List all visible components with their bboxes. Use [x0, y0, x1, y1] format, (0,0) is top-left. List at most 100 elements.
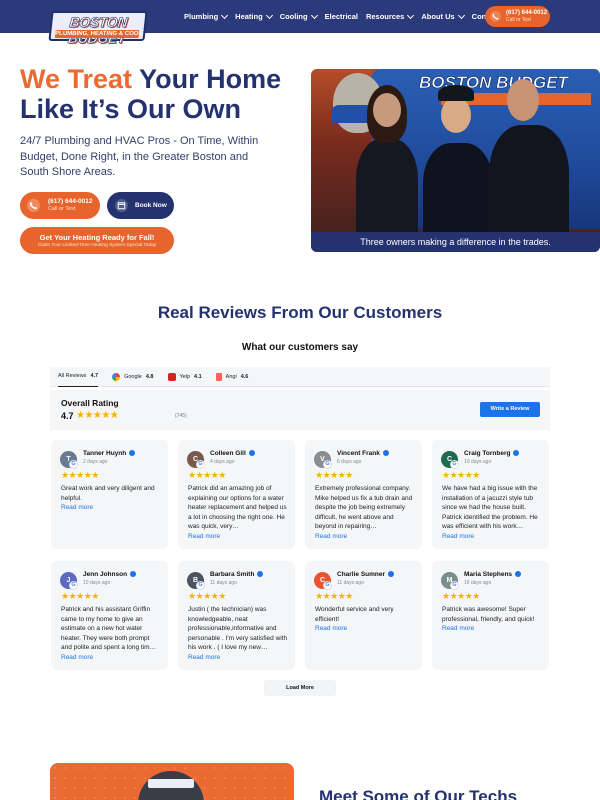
verified-icon — [513, 450, 520, 457]
review-text-block: Wonderful service and very efficient! Rea… — [315, 605, 415, 634]
read-more-link[interactable]: Read more — [61, 653, 161, 663]
menu-item-heating[interactable]: Heating — [235, 11, 273, 21]
review-text: Extremely professional company. Mike hel… — [315, 485, 413, 530]
verified-icon — [248, 450, 255, 457]
owners-photo: BOSTON BUDGET Three owners making a diff… — [311, 69, 600, 252]
review-text: Justin ( the technician) was knowledgeab… — [188, 606, 288, 651]
nav-phone-number: (617) 644-0012 — [506, 10, 548, 16]
menu-item-cooling[interactable]: Cooling — [279, 11, 318, 21]
review-source-tabs: All Reviews 4.7 Google 4.8 Yelp 4.1 Angi 4.6 — [50, 367, 550, 387]
main-menu: Plumbing Heating Cooling Electrical Reso… — [184, 11, 519, 21]
tech-cap-logo — [148, 779, 194, 788]
review-date: 16 days ago — [464, 580, 492, 586]
review-stars: ★★★★★ — [442, 592, 480, 602]
read-more-link[interactable]: Read more — [188, 653, 288, 663]
tab-all-reviews[interactable]: All Reviews 4.7 — [58, 367, 99, 387]
overall-rating-value: 4.7 — [61, 411, 74, 421]
menu-label: Electrical — [324, 12, 358, 21]
review-card: T G Tanner Huynh 2 days ago ★★★★★ Great … — [51, 440, 168, 549]
read-more-link[interactable]: Read more — [442, 624, 542, 634]
hero-title-accent: We Treat — [20, 64, 133, 94]
brand-logo[interactable]: BOSTON BUDGET PLUMBING, HEATING & COOLIN… — [48, 11, 148, 46]
nav-call-button[interactable]: (617) 644-0012 Call or Text — [485, 6, 550, 27]
review-text: Great work and very diligent and helpful… — [61, 485, 155, 502]
techs-photo — [50, 763, 294, 800]
tab-rating: 4.8 — [145, 373, 154, 380]
photo-caption: Three owners making a difference in the … — [311, 232, 600, 252]
heating-special-sub: Claim Your Limited-Time Heating System S… — [37, 243, 157, 248]
read-more-link[interactable]: Read more — [315, 624, 415, 634]
read-more-link[interactable]: Read more — [188, 532, 288, 542]
hero-title: We Treat Your Home Like It’s Our Own — [20, 64, 310, 124]
menu-item-resources[interactable]: Resources — [365, 11, 415, 21]
menu-item-about[interactable]: About Us — [421, 11, 465, 21]
reviewer-name-text: Maria Stephens — [464, 571, 513, 578]
write-review-button[interactable]: Write a Review — [480, 402, 540, 417]
reviewer-name-text: Tanner Huynh — [83, 450, 127, 457]
reviewer-name-text: Barbara Smith — [210, 571, 255, 578]
review-date: 2 days ago — [83, 459, 108, 465]
phone-icon — [27, 199, 40, 212]
tab-label: Google — [124, 373, 142, 380]
yelp-icon — [167, 372, 176, 381]
tab-yelp[interactable]: Yelp 4.1 — [167, 367, 202, 387]
verified-icon — [129, 450, 136, 457]
menu-item-plumbing[interactable]: Plumbing — [184, 11, 229, 21]
overall-review-count: (745) — [175, 413, 187, 419]
reviewer-name-text: Vincent Frank — [337, 450, 380, 457]
tab-label: Yelp — [179, 373, 191, 380]
reviews-subheading: What our customers say — [241, 342, 359, 353]
overall-rating-stars: ★★★★★ — [76, 410, 119, 421]
review-text-block: Patrick was awesome! Super professional,… — [442, 605, 542, 634]
hero-call-button[interactable]: (617) 644-0012 Call or Text — [20, 192, 100, 219]
review-stars: ★★★★★ — [61, 592, 99, 602]
review-date: 10 days ago — [83, 580, 111, 586]
verified-icon — [257, 571, 264, 578]
menu-label: Resources — [365, 12, 405, 21]
google-icon: G — [323, 581, 332, 590]
reviewer-name: Colleen Gill — [210, 450, 255, 457]
tab-rating: 4.1 — [194, 373, 202, 380]
review-card: V G Vincent Frank 6 days ago ★★★★★ Extre… — [305, 440, 422, 549]
review-text: Wonderful service and very efficient! — [315, 606, 394, 623]
read-more-link[interactable]: Read more — [442, 532, 542, 542]
tab-google[interactable]: Google 4.8 — [112, 367, 154, 387]
calendar-icon — [115, 199, 128, 212]
chevron-down-icon — [457, 11, 465, 19]
book-now-button[interactable]: Book Now — [107, 192, 174, 219]
tab-rating: 4.7 — [90, 373, 99, 379]
reviewer-name: Craig Tornberg — [464, 450, 520, 457]
review-text-block: Patrick did an amazing job of explaining… — [188, 484, 288, 541]
review-text: We have had a big issue with the install… — [442, 485, 538, 530]
read-more-link[interactable]: Read more — [315, 532, 415, 542]
logo-tagline: PLUMBING, HEATING & COOLING — [54, 30, 140, 38]
heating-special-button[interactable]: Get Your Heating Ready for Fall! Claim Y… — [20, 227, 174, 254]
reviewer-name-text: Charlie Sumner — [337, 571, 386, 578]
review-text: Patrick did an amazing job of explaining… — [188, 485, 287, 530]
owner-3-face — [507, 79, 539, 121]
review-text: Patrick and his assistant Griffin came t… — [61, 606, 157, 651]
load-more-button[interactable]: Load More — [264, 680, 336, 696]
tab-angi[interactable]: Angi 4.6 — [215, 367, 248, 387]
owner-1 — [356, 139, 418, 239]
review-card: J G Jenn Johnson 10 days ago ★★★★★ Patri… — [51, 561, 168, 670]
review-date: 10 days ago — [464, 459, 492, 465]
review-date: 6 days ago — [337, 459, 362, 465]
hero-subtitle: 24/7 Plumbing and HVAC Pros - On Time, W… — [20, 135, 259, 178]
owner-2-cap — [438, 85, 474, 101]
google-icon: G — [196, 460, 205, 469]
review-card: M G Maria Stephens 16 days ago ★★★★★ Pat… — [432, 561, 549, 670]
google-icon: G — [323, 460, 332, 469]
tab-label: Angi — [225, 373, 237, 380]
menu-label: Cooling — [279, 12, 308, 21]
read-more-link[interactable]: Read more — [61, 503, 161, 513]
review-stars: ★★★★★ — [188, 471, 226, 481]
chevron-down-icon — [265, 11, 273, 19]
menu-item-electrical[interactable]: Electrical — [325, 12, 358, 21]
techs-heading: Meet Some of Our Techs — [319, 787, 518, 800]
menu-label: About Us — [421, 12, 455, 21]
review-stars: ★★★★★ — [188, 592, 226, 602]
review-text-block: Extremely professional company. Mike hel… — [315, 484, 415, 541]
reviewer-name: Maria Stephens — [464, 571, 522, 578]
reviewer-name: Vincent Frank — [337, 450, 389, 457]
